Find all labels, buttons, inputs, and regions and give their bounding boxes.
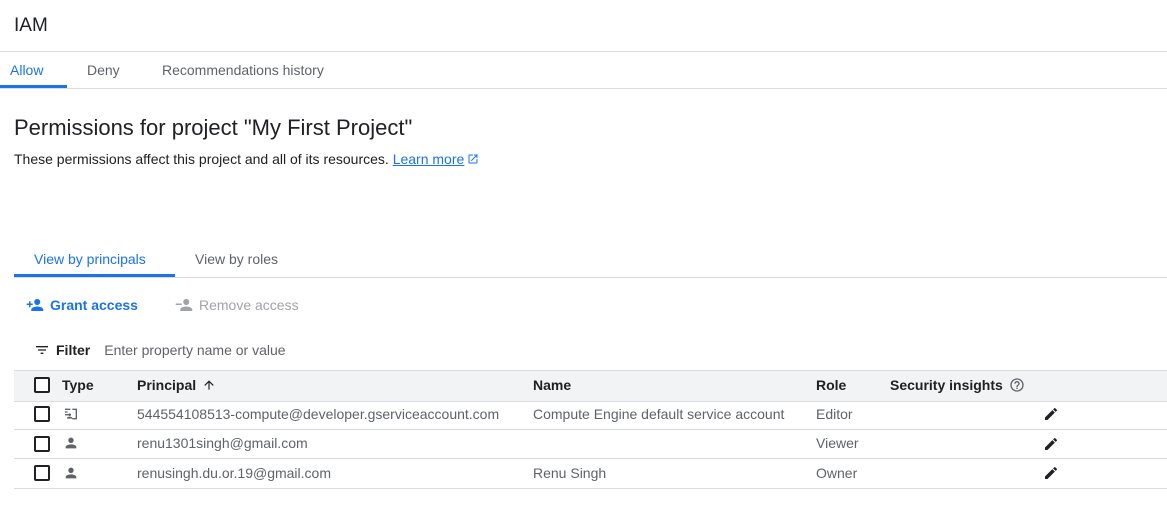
section-heading: Permissions for project "My First Projec… [14, 115, 413, 140]
principal-cell: renusingh.du.or.19@gmail.com [137, 465, 331, 481]
tab-deny[interactable]: Deny [87, 62, 120, 78]
edit-principal-button[interactable] [1041, 404, 1061, 424]
header-divider [0, 51, 1167, 52]
role-cell: Viewer [816, 435, 859, 451]
column-role: Role [816, 377, 847, 393]
view-tabs-divider [14, 277, 1167, 278]
row-checkbox[interactable] [34, 436, 50, 452]
description-text: These permissions affect this project an… [14, 151, 389, 167]
tab-allow[interactable]: Allow [10, 62, 43, 78]
role-cell: Owner [816, 465, 858, 481]
name-cell: Renu Singh [533, 465, 607, 481]
grant-access-label: Grant access [50, 297, 138, 313]
filter-icon [36, 346, 48, 354]
filter-input[interactable] [104, 342, 405, 358]
edit-pencil-icon [1045, 466, 1058, 479]
person-icon [65, 467, 77, 479]
tab-view-by-roles[interactable]: View by roles [195, 251, 278, 267]
external-link-icon[interactable] [467, 152, 479, 168]
role-cell: Editor [816, 406, 853, 422]
column-name: Name [533, 377, 572, 393]
column-type: Type [62, 377, 94, 393]
filter-label: Filter [56, 342, 91, 358]
filter-bar: Filter [34, 342, 405, 358]
tab-view-by-principals[interactable]: View by principals [34, 251, 146, 267]
select-all-checkbox[interactable] [34, 377, 50, 393]
edit-pencil-icon [1045, 407, 1058, 420]
remove-access-label: Remove access [199, 297, 299, 313]
page-title: IAM [14, 15, 48, 36]
edit-principal-button[interactable] [1041, 434, 1061, 454]
help-icon[interactable] [1009, 377, 1025, 393]
remove-access-button[interactable]: Remove access [175, 296, 299, 314]
grant-access-button[interactable]: Grant access [26, 296, 138, 314]
tab-recommendations-history[interactable]: Recommendations history [162, 62, 324, 78]
service-account-icon [65, 408, 77, 420]
learn-more-link[interactable]: Learn more [393, 151, 465, 167]
column-security-insights: Security insights [890, 377, 1025, 393]
row-divider [14, 458, 1167, 459]
section-description: These permissions affect this project an… [14, 151, 479, 168]
tabs-divider [0, 88, 1167, 89]
principal-cell: 544554108513-compute@developer.gservicea… [137, 406, 500, 422]
column-principal[interactable]: Principal [137, 377, 216, 393]
row-checkbox[interactable] [34, 465, 50, 481]
name-cell: Compute Engine default service account [533, 406, 785, 422]
row-divider [14, 429, 1167, 430]
add-person-icon [26, 299, 44, 311]
row-checkbox[interactable] [34, 406, 50, 422]
person-icon [65, 437, 77, 449]
principal-cell: renu1301singh@gmail.com [137, 435, 308, 451]
edit-principal-button[interactable] [1041, 463, 1061, 483]
sort-ascending-icon[interactable] [202, 378, 216, 392]
remove-person-icon [175, 299, 193, 311]
edit-pencil-icon [1045, 437, 1058, 450]
row-divider [14, 488, 1167, 489]
